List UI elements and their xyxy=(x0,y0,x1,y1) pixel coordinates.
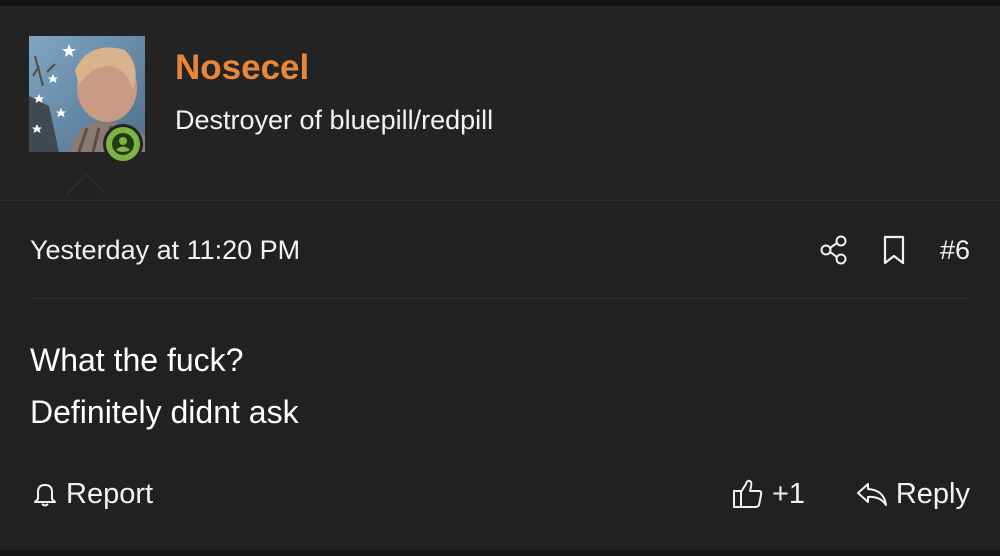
username-link[interactable]: Nosecel xyxy=(175,46,309,90)
like-button[interactable]: +1 xyxy=(730,472,805,516)
bookmark-icon xyxy=(883,235,905,265)
post-body: What the fuck? Definitely didnt ask xyxy=(30,334,299,438)
reply-arrow-icon xyxy=(856,483,887,506)
post-actions: Report +1 Reply xyxy=(30,472,970,516)
reply-label: Reply xyxy=(895,477,970,510)
report-button[interactable]: Report xyxy=(30,472,153,516)
thumbs-up-icon xyxy=(733,479,763,508)
bookmark-button[interactable] xyxy=(876,232,912,268)
post-number-link[interactable]: #6 xyxy=(940,232,970,268)
share-button[interactable] xyxy=(816,232,852,268)
online-user-icon xyxy=(112,133,134,155)
bell-icon xyxy=(34,484,56,507)
report-label: Report xyxy=(66,477,154,510)
post-divider xyxy=(30,298,970,299)
bottom-divider-strip xyxy=(0,550,1000,556)
post-body-line: Definitely didnt ask xyxy=(30,394,299,430)
user-title: Destroyer of bluepill/redpill xyxy=(175,105,494,135)
post-body-line: What the fuck? xyxy=(30,342,244,378)
like-count: +1 xyxy=(772,477,806,510)
post-timestamp[interactable]: Yesterday at 11:20 PM xyxy=(30,232,300,268)
online-status-badge xyxy=(103,124,143,164)
post-user-header: Nosecel Destroyer of bluepill/redpill xyxy=(0,6,1000,201)
share-icon xyxy=(820,235,847,265)
post-meta-row: Yesterday at 11:20 PM #6 xyxy=(30,230,970,270)
forum-post: Nosecel Destroyer of bluepill/redpill Ye… xyxy=(0,6,1000,556)
reply-button[interactable]: Reply xyxy=(854,472,970,516)
